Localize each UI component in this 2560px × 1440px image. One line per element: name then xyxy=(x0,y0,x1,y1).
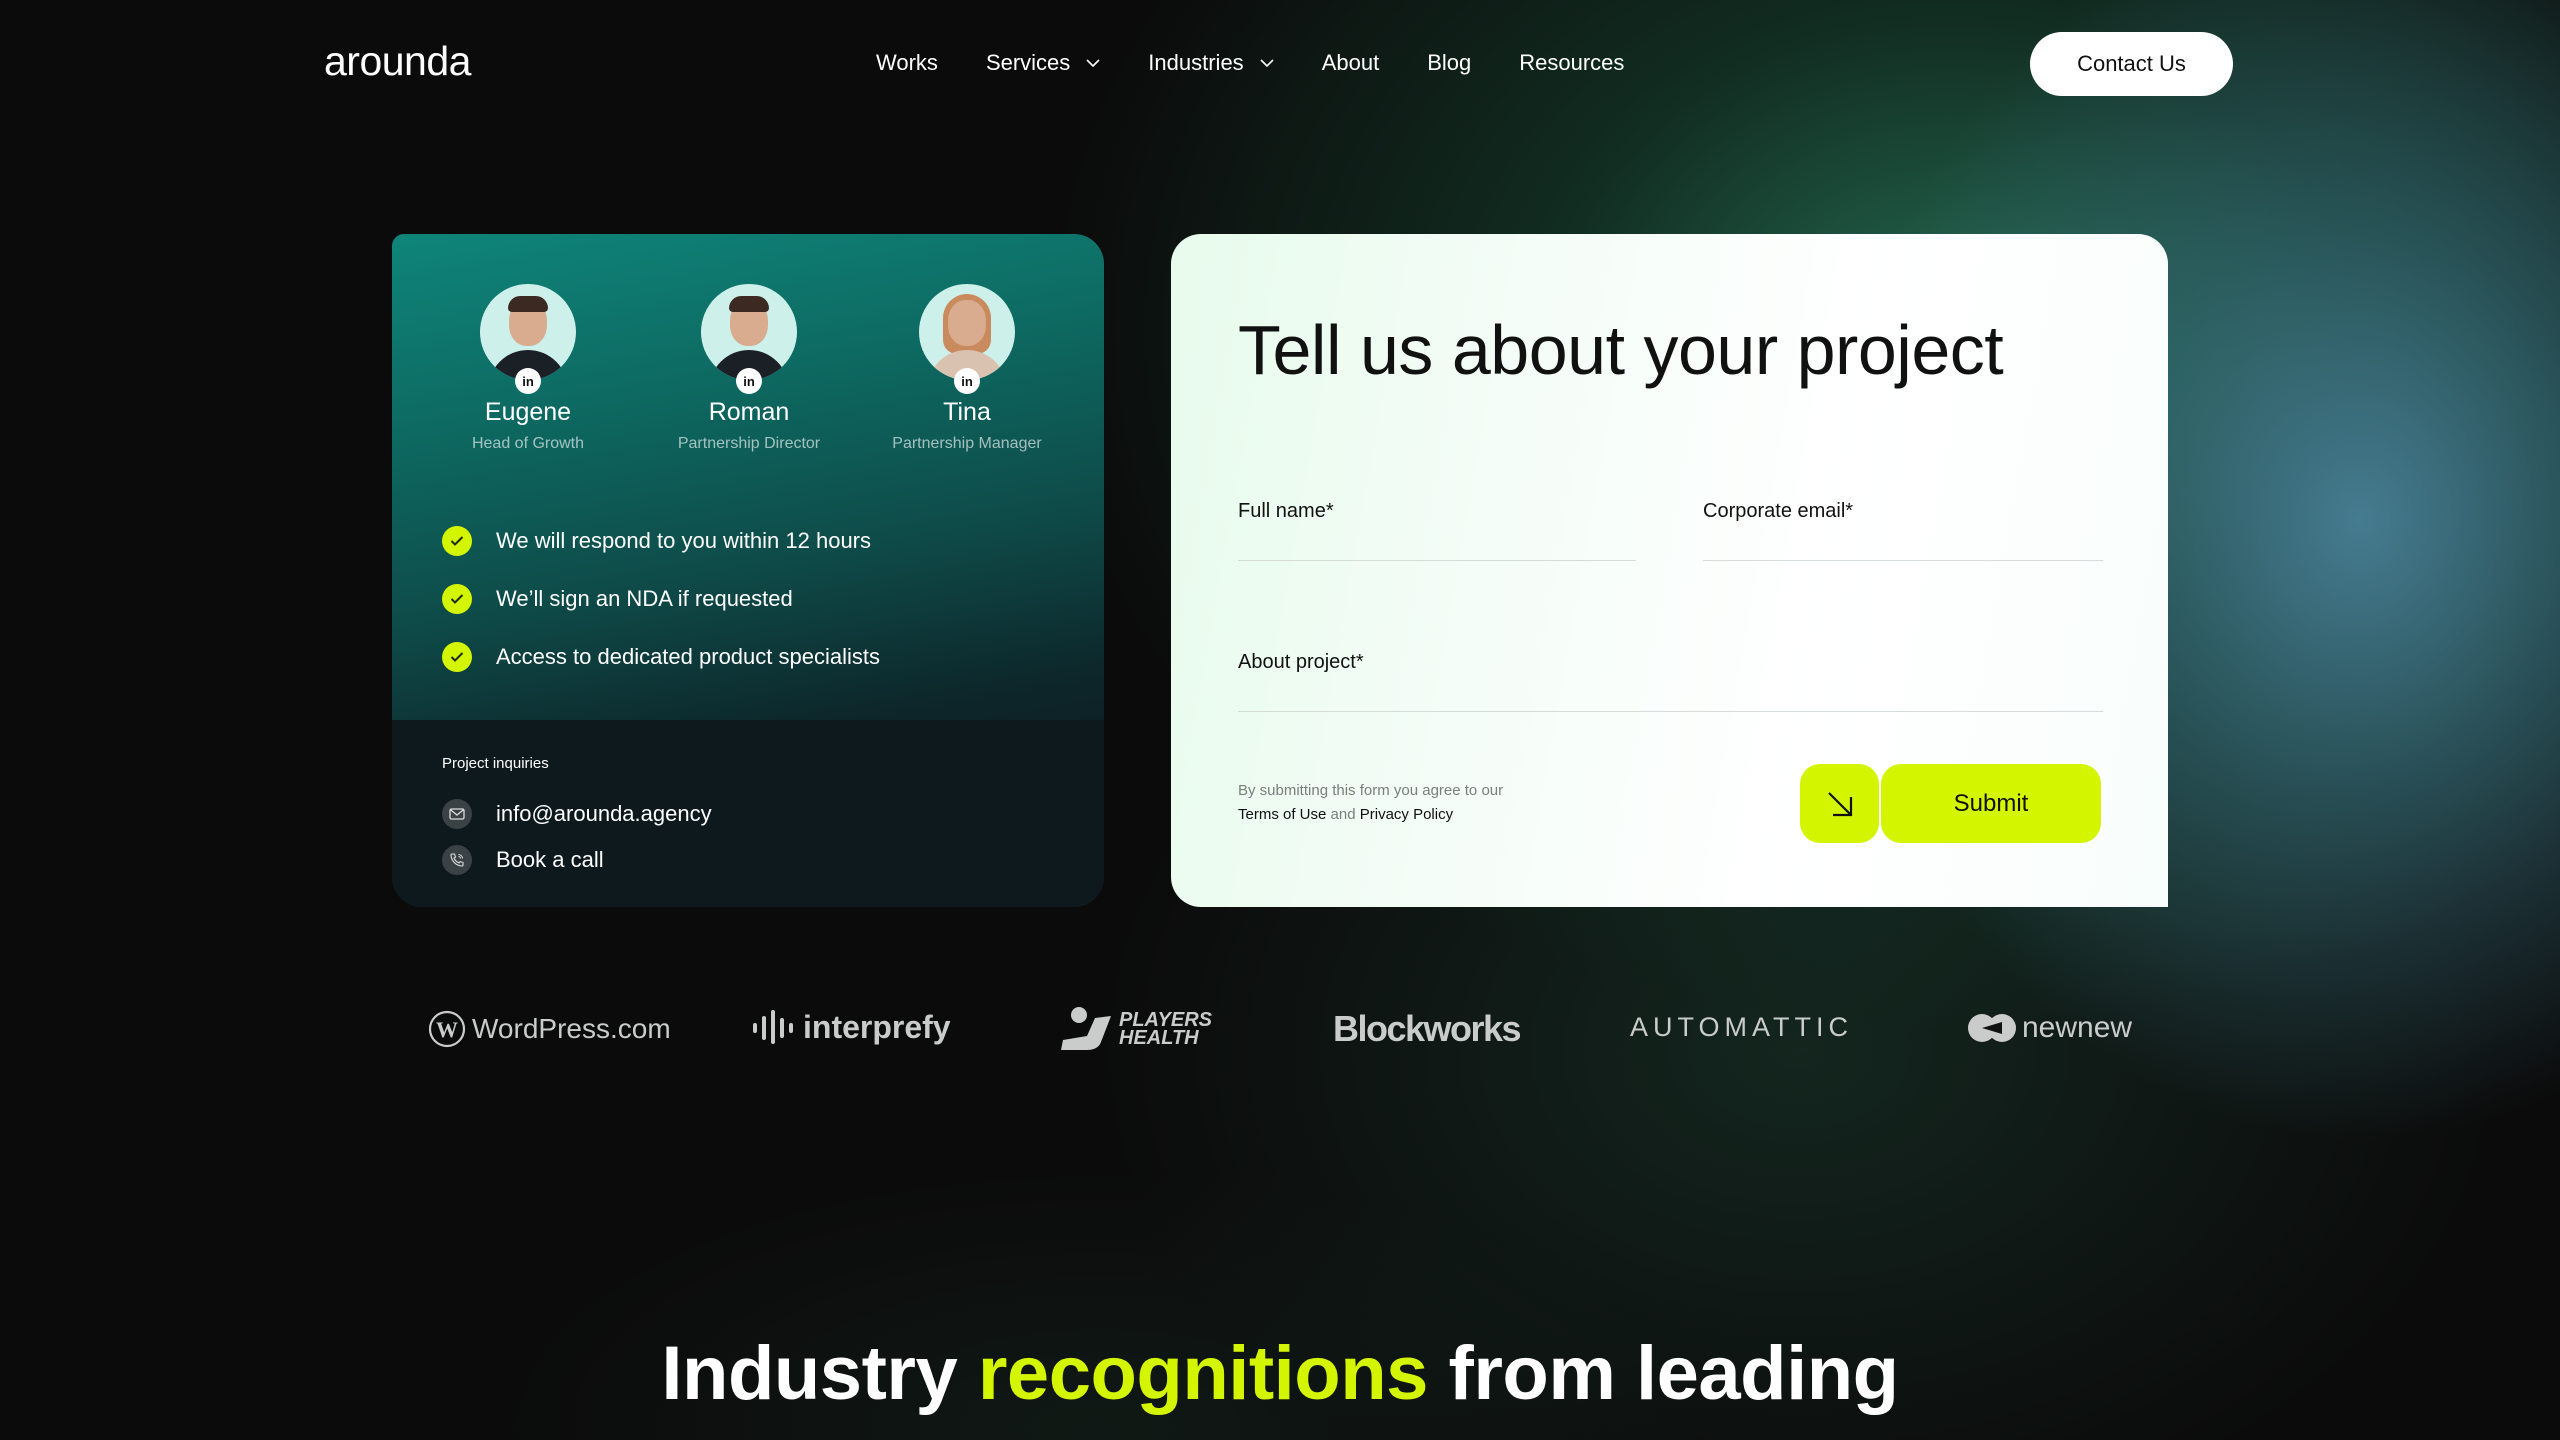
full-name-field: Full name* xyxy=(1238,500,1636,561)
phone-icon xyxy=(442,845,472,875)
logo-newnew: newnew xyxy=(1966,1008,2132,1048)
terms-link[interactable]: Terms of Use xyxy=(1238,806,1326,823)
headline-accent: recognitions xyxy=(977,1331,1429,1416)
full-name-label: Full name* xyxy=(1238,500,1334,522)
person-role: Head of Growth xyxy=(471,435,585,452)
nav-services[interactable]: Services xyxy=(986,50,1100,76)
logo-text: Blockworks xyxy=(1333,1008,1522,1049)
form-title: Tell us about your project xyxy=(1238,311,2004,389)
benefit-item: We will respond to you within 12 hours xyxy=(442,512,880,570)
avatar xyxy=(701,284,797,380)
avatar xyxy=(919,284,1015,380)
svg-text:W: W xyxy=(436,1017,458,1042)
team-member: in Roman Partnership Director xyxy=(629,284,869,453)
chevron-down-icon xyxy=(1086,59,1100,68)
nav-resources-label: Resources xyxy=(1519,50,1625,75)
person-name: Roman xyxy=(708,398,790,426)
nav-blog[interactable]: Blog xyxy=(1427,50,1471,76)
person-name: Eugene xyxy=(484,398,572,426)
logo-text: WordPress.com xyxy=(472,1013,671,1044)
soundwave-icon xyxy=(753,1010,793,1044)
section-headline: Industry recognitions from leading xyxy=(0,1330,2560,1417)
benefit-text: Access to dedicated product specialists xyxy=(496,644,880,669)
brand-logo[interactable]: arounda xyxy=(324,38,471,85)
about-project-input[interactable] xyxy=(1238,674,2103,712)
team-member: in Tina Partnership Manager xyxy=(847,284,1087,453)
logo-wordpress: W WordPress.com xyxy=(428,1010,671,1048)
form-disclaimer: By submitting this form you agree to our… xyxy=(1238,779,1538,827)
benefit-item: We’ll sign an NDA if requested xyxy=(442,570,880,628)
benefit-text: We will respond to you within 12 hours xyxy=(496,528,872,553)
person-role: Partnership Director xyxy=(677,435,821,452)
client-logos: W WordPress.com interprefy PLAYERS HEALT… xyxy=(0,1000,2560,1060)
about-project-field: About project* xyxy=(1238,651,2103,712)
benefit-item: Access to dedicated product specialists xyxy=(442,628,880,686)
full-name-input[interactable] xyxy=(1238,523,1636,561)
nav-resources[interactable]: Resources xyxy=(1519,50,1624,76)
nav-services-label: Services xyxy=(985,50,1071,75)
email-link[interactable]: info@arounda.agency xyxy=(442,799,712,829)
logo-text: interprefy xyxy=(803,1008,951,1045)
corporate-email-input[interactable] xyxy=(1703,523,2103,561)
benefit-text: We’ll sign an NDA if requested xyxy=(496,586,793,611)
nav-blog-label: Blog xyxy=(1427,50,1472,75)
submit-button[interactable]: Submit xyxy=(1881,764,2101,843)
nav-works[interactable]: Works xyxy=(876,50,938,76)
logo-automattic: AUTOMATTIC xyxy=(1630,1012,1853,1043)
linkedin-icon[interactable]: in xyxy=(954,368,980,394)
nav-industries[interactable]: Industries xyxy=(1148,50,1274,76)
avatar xyxy=(480,284,576,380)
logo-text: newnew xyxy=(2022,1011,2133,1044)
project-form-card: Tell us about your project Full name* Co… xyxy=(1171,234,2168,907)
about-project-label: About project* xyxy=(1238,651,1364,673)
privacy-link[interactable]: Privacy Policy xyxy=(1360,806,1453,823)
team-card: in Eugene Head of Growth in Roman Partne… xyxy=(392,234,1104,907)
nav-industries-label: Industries xyxy=(1148,50,1244,75)
disclaimer-text: By submitting this form you agree to our xyxy=(1238,782,1504,799)
linkedin-icon[interactable]: in xyxy=(736,368,762,394)
corporate-email-label: Corporate email* xyxy=(1703,500,1854,522)
contact-us-button[interactable]: Contact Us xyxy=(2030,32,2233,96)
corporate-email-field: Corporate email* xyxy=(1703,500,2103,561)
person-name: Tina xyxy=(943,398,991,426)
nav-about-label: About xyxy=(1321,50,1380,75)
team-member: in Eugene Head of Growth xyxy=(408,284,648,453)
logo-interprefy: interprefy xyxy=(751,1008,951,1046)
mail-icon xyxy=(442,799,472,829)
arrow-down-right-icon xyxy=(1827,791,1852,816)
disclaimer-and: and xyxy=(1330,806,1356,823)
headline-part1: Industry xyxy=(661,1331,958,1416)
check-icon xyxy=(442,642,472,672)
logo-blockworks: Blockworks xyxy=(1333,1008,1522,1050)
chevron-down-icon xyxy=(1260,59,1274,68)
headline-part2: from leading xyxy=(1448,1331,1900,1416)
linkedin-icon[interactable]: in xyxy=(515,368,541,394)
book-call-link[interactable]: Book a call xyxy=(442,845,604,875)
benefits-list: We will respond to you within 12 hours W… xyxy=(442,512,880,686)
check-icon xyxy=(442,526,472,556)
submit-arrow-button[interactable] xyxy=(1800,764,1879,843)
players-health-icon xyxy=(1061,1007,1111,1050)
nav-works-label: Works xyxy=(876,50,938,75)
inquiries-title: Project inquiries xyxy=(442,755,549,772)
logo-players-health: PLAYERS HEALTH xyxy=(1057,1006,1239,1052)
top-navigation: arounda Works Services Industries About … xyxy=(0,0,2560,128)
check-icon xyxy=(442,584,472,614)
person-role: Partnership Manager xyxy=(892,435,1042,452)
wordpress-icon: W xyxy=(428,1010,466,1048)
newnew-icon xyxy=(1968,1014,2016,1042)
book-call-text: Book a call xyxy=(496,847,604,872)
team-members: in Eugene Head of Growth in Roman Partne… xyxy=(392,284,1104,484)
main-menu: Works Services Industries About Blog Res… xyxy=(876,50,1672,76)
logo-text: PLAYERS HEALTH xyxy=(1119,1009,1212,1049)
nav-about[interactable]: About xyxy=(1322,50,1380,76)
email-text: info@arounda.agency xyxy=(496,801,712,826)
logo-text: AUTOMATTIC xyxy=(1630,1012,1853,1042)
